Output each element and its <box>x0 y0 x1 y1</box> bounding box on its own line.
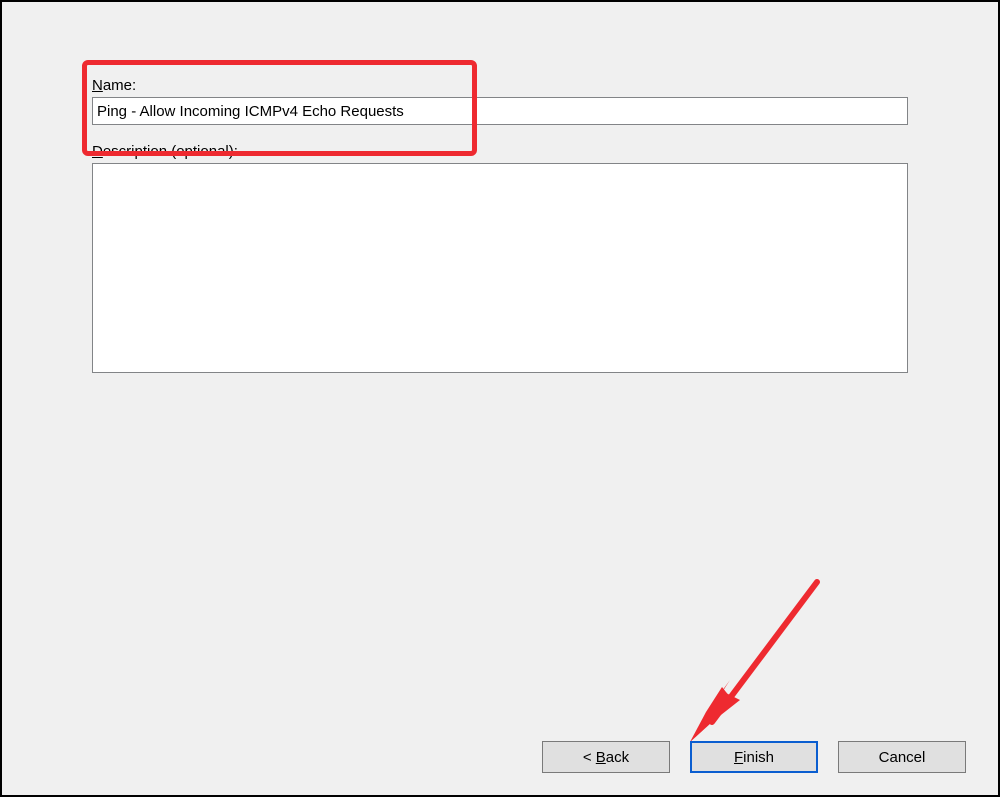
form-area: Name: Description (optional): <box>92 77 908 377</box>
name-label: Name: <box>92 77 908 94</box>
name-input[interactable] <box>92 97 908 125</box>
wizard-window: Name: Description (optional): < Back Fin… <box>0 0 1000 797</box>
back-button[interactable]: < Back <box>542 741 670 773</box>
finish-button[interactable]: Finish <box>690 741 818 773</box>
back-button-mnemonic: B <box>596 749 606 766</box>
back-button-prefix: < <box>583 749 596 766</box>
description-field-group: Description (optional): <box>92 143 908 377</box>
description-label: Description (optional): <box>92 143 908 160</box>
back-button-rest: ack <box>606 749 629 766</box>
name-field-group: Name: <box>92 77 908 125</box>
description-input[interactable] <box>92 163 908 373</box>
finish-button-mnemonic: F <box>734 749 743 766</box>
cancel-button[interactable]: Cancel <box>838 741 966 773</box>
annotation-arrow-icon <box>672 572 832 752</box>
finish-button-rest: inish <box>743 749 774 766</box>
wizard-button-bar: < Back Finish Cancel <box>2 741 978 773</box>
